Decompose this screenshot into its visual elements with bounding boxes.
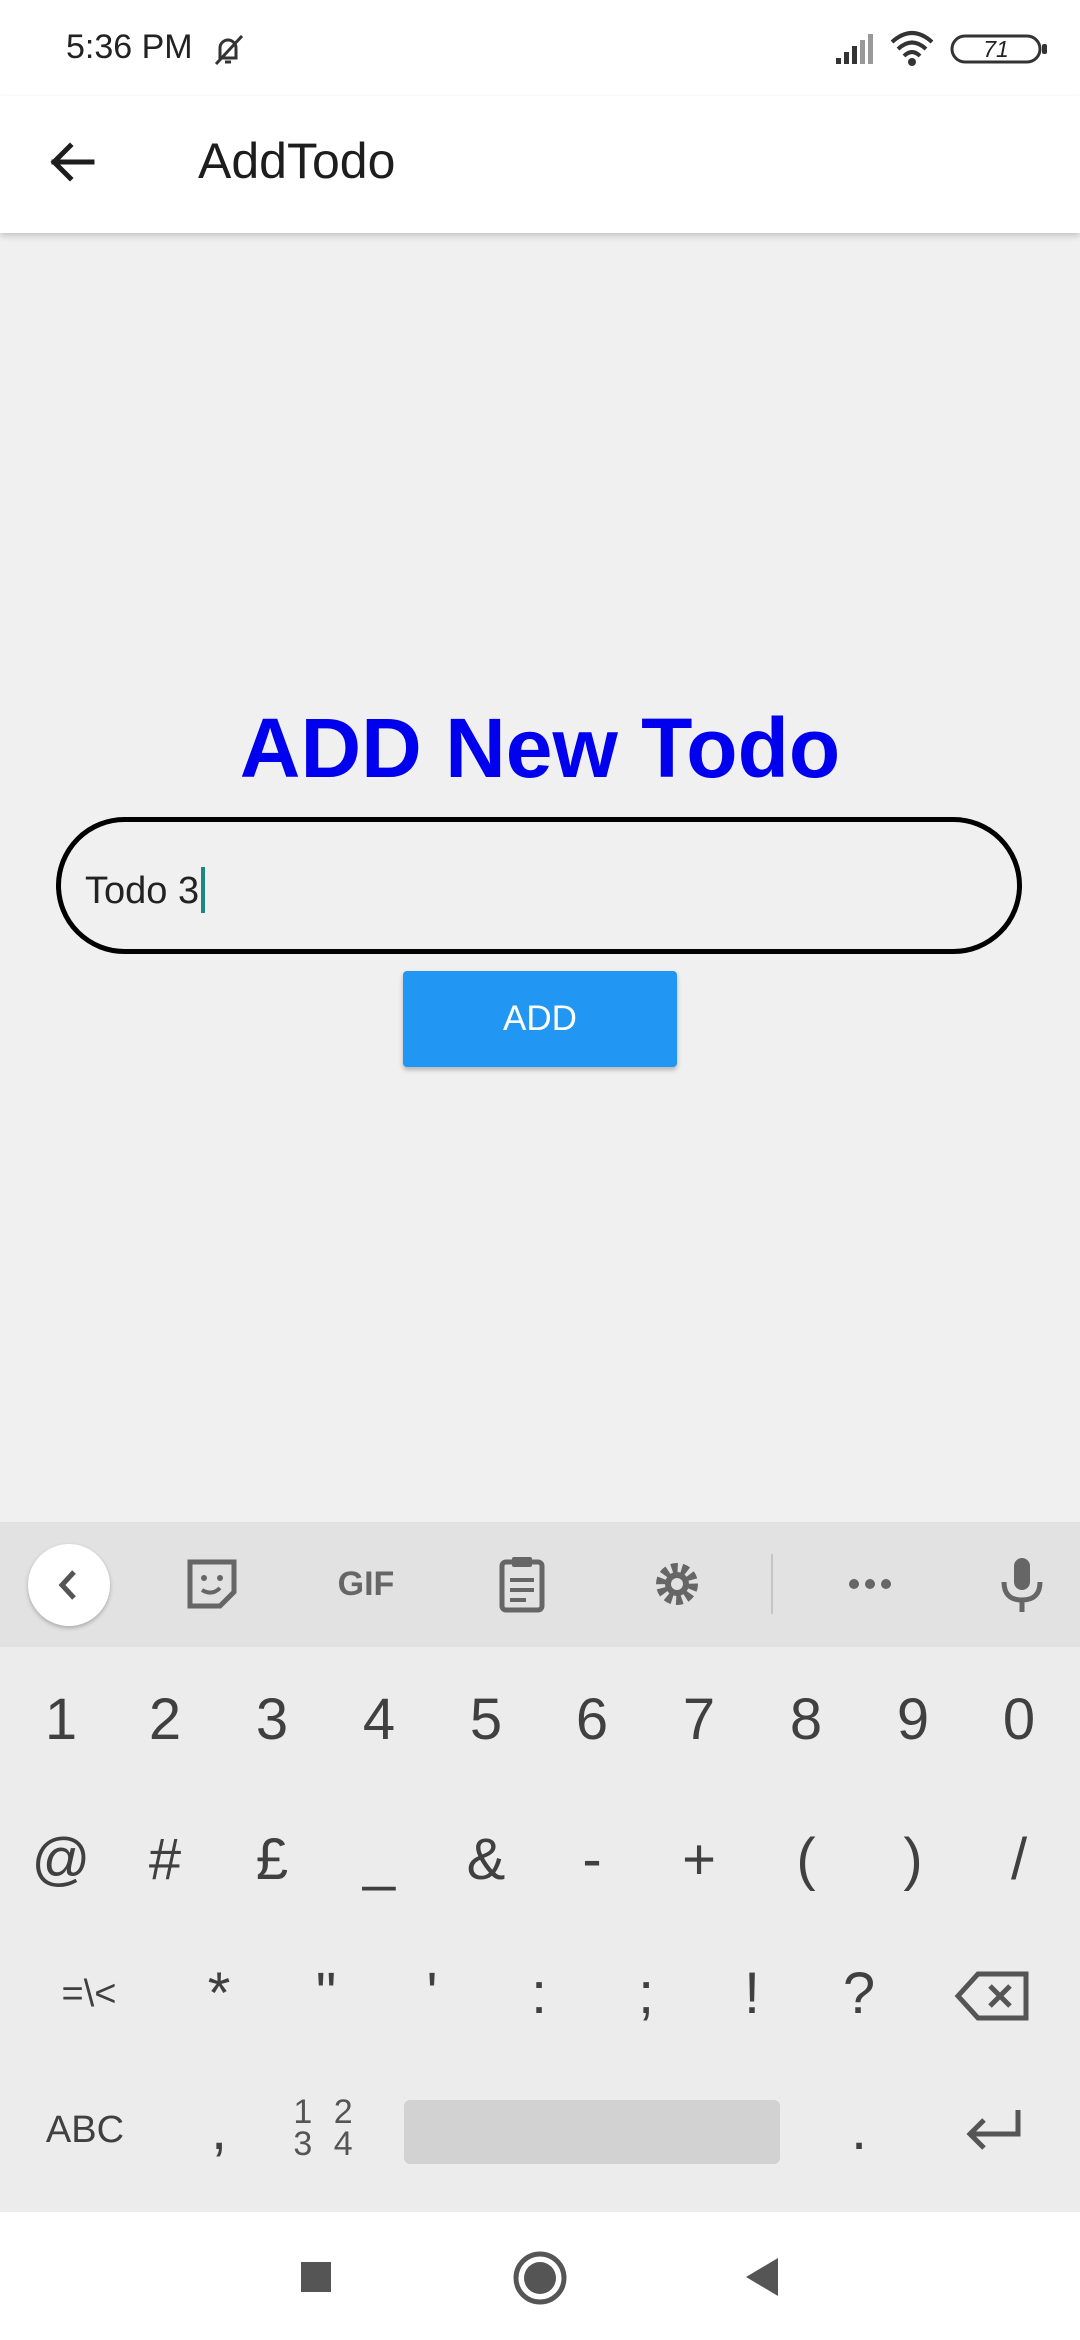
key-question[interactable]: ? bbox=[809, 1944, 909, 2044]
key-comma[interactable]: , bbox=[169, 2080, 269, 2180]
clipboard-icon[interactable] bbox=[490, 1552, 554, 1616]
collapse-toolbar-button[interactable] bbox=[28, 1544, 110, 1626]
recents-square-icon[interactable] bbox=[286, 2248, 346, 2308]
key-slash[interactable]: / bbox=[969, 1810, 1069, 1910]
gif-icon[interactable]: GIF bbox=[326, 1552, 406, 1616]
key-1[interactable]: 1 bbox=[11, 1670, 111, 1770]
navigation-bar bbox=[0, 2212, 1080, 2340]
key-more-symbols[interactable]: =\< bbox=[34, 1944, 144, 2044]
toolbar-divider bbox=[771, 1554, 773, 1614]
more-icon[interactable] bbox=[838, 1552, 902, 1616]
key-hash[interactable]: # bbox=[115, 1810, 215, 1910]
battery-level: 71 bbox=[983, 36, 1009, 62]
key-plus[interactable]: + bbox=[649, 1810, 749, 1910]
key-colon[interactable]: : bbox=[489, 1944, 589, 2044]
key-minus[interactable]: - bbox=[542, 1810, 642, 1910]
key-5[interactable]: 5 bbox=[436, 1670, 536, 1770]
key-4[interactable]: 4 bbox=[329, 1670, 429, 1770]
backspace-icon[interactable] bbox=[954, 1968, 1034, 2024]
chevron-left-icon bbox=[58, 1570, 76, 1600]
key-open-paren[interactable]: ( bbox=[756, 1810, 856, 1910]
page-title: AddTodo bbox=[198, 133, 396, 189]
wifi-icon bbox=[890, 31, 934, 66]
arrow-left-icon[interactable] bbox=[36, 126, 108, 198]
back-triangle-icon[interactable] bbox=[734, 2248, 794, 2308]
key-numpad[interactable]: 1 2 3 4 bbox=[276, 2095, 376, 2166]
status-bar: 5:36 PM 71 bbox=[0, 0, 1080, 96]
key-2[interactable]: 2 bbox=[115, 1670, 215, 1770]
add-new-todo-heading: ADD New Todo bbox=[239, 701, 841, 795]
key-single-quote[interactable]: ' bbox=[382, 1944, 482, 2044]
key-7[interactable]: 7 bbox=[649, 1670, 749, 1770]
key-underscore[interactable]: _ bbox=[329, 1810, 429, 1910]
text-cursor bbox=[201, 867, 206, 913]
mute-icon bbox=[214, 34, 244, 66]
keyboard-toolbar: GIF bbox=[0, 1522, 1080, 1647]
key-8[interactable]: 8 bbox=[756, 1670, 856, 1770]
key-6[interactable]: 6 bbox=[542, 1670, 642, 1770]
key-exclamation[interactable]: ! bbox=[702, 1944, 802, 2044]
home-circle-icon[interactable] bbox=[510, 2248, 570, 2308]
key-semicolon[interactable]: ; bbox=[596, 1944, 696, 2044]
key-pound[interactable]: £ bbox=[222, 1810, 322, 1910]
key-double-quote[interactable]: " bbox=[276, 1944, 376, 2044]
gear-icon[interactable] bbox=[645, 1552, 709, 1616]
key-close-paren[interactable]: ) bbox=[863, 1810, 963, 1910]
key-at[interactable]: @ bbox=[11, 1810, 111, 1910]
app-bar: AddTodo bbox=[0, 96, 1080, 233]
add-button[interactable]: ADD bbox=[403, 971, 677, 1067]
signal-icon bbox=[836, 34, 873, 64]
key-9[interactable]: 9 bbox=[863, 1670, 963, 1770]
key-ampersand[interactable]: & bbox=[436, 1810, 536, 1910]
key-asterisk[interactable]: * bbox=[169, 1944, 269, 2044]
key-3[interactable]: 3 bbox=[222, 1670, 322, 1770]
battery-icon: 71 bbox=[950, 34, 1050, 64]
key-period[interactable]: . bbox=[809, 2080, 909, 2180]
key-abc[interactable]: ABC bbox=[35, 2080, 135, 2180]
key-0[interactable]: 0 bbox=[969, 1670, 1069, 1770]
enter-icon[interactable] bbox=[958, 2102, 1028, 2158]
todo-input[interactable]: Todo 3 bbox=[56, 817, 1022, 954]
sticker-icon[interactable] bbox=[180, 1552, 244, 1616]
microphone-icon[interactable] bbox=[990, 1552, 1054, 1616]
todo-input-value[interactable]: Todo 3 bbox=[85, 867, 206, 913]
key-space[interactable] bbox=[404, 2100, 780, 2164]
status-time: 5:36 PM bbox=[66, 28, 193, 66]
keyboard: GIF 1 2 3 4 5 6 7 8 9 0 @ # £ _ & - + (… bbox=[0, 1522, 1080, 2212]
